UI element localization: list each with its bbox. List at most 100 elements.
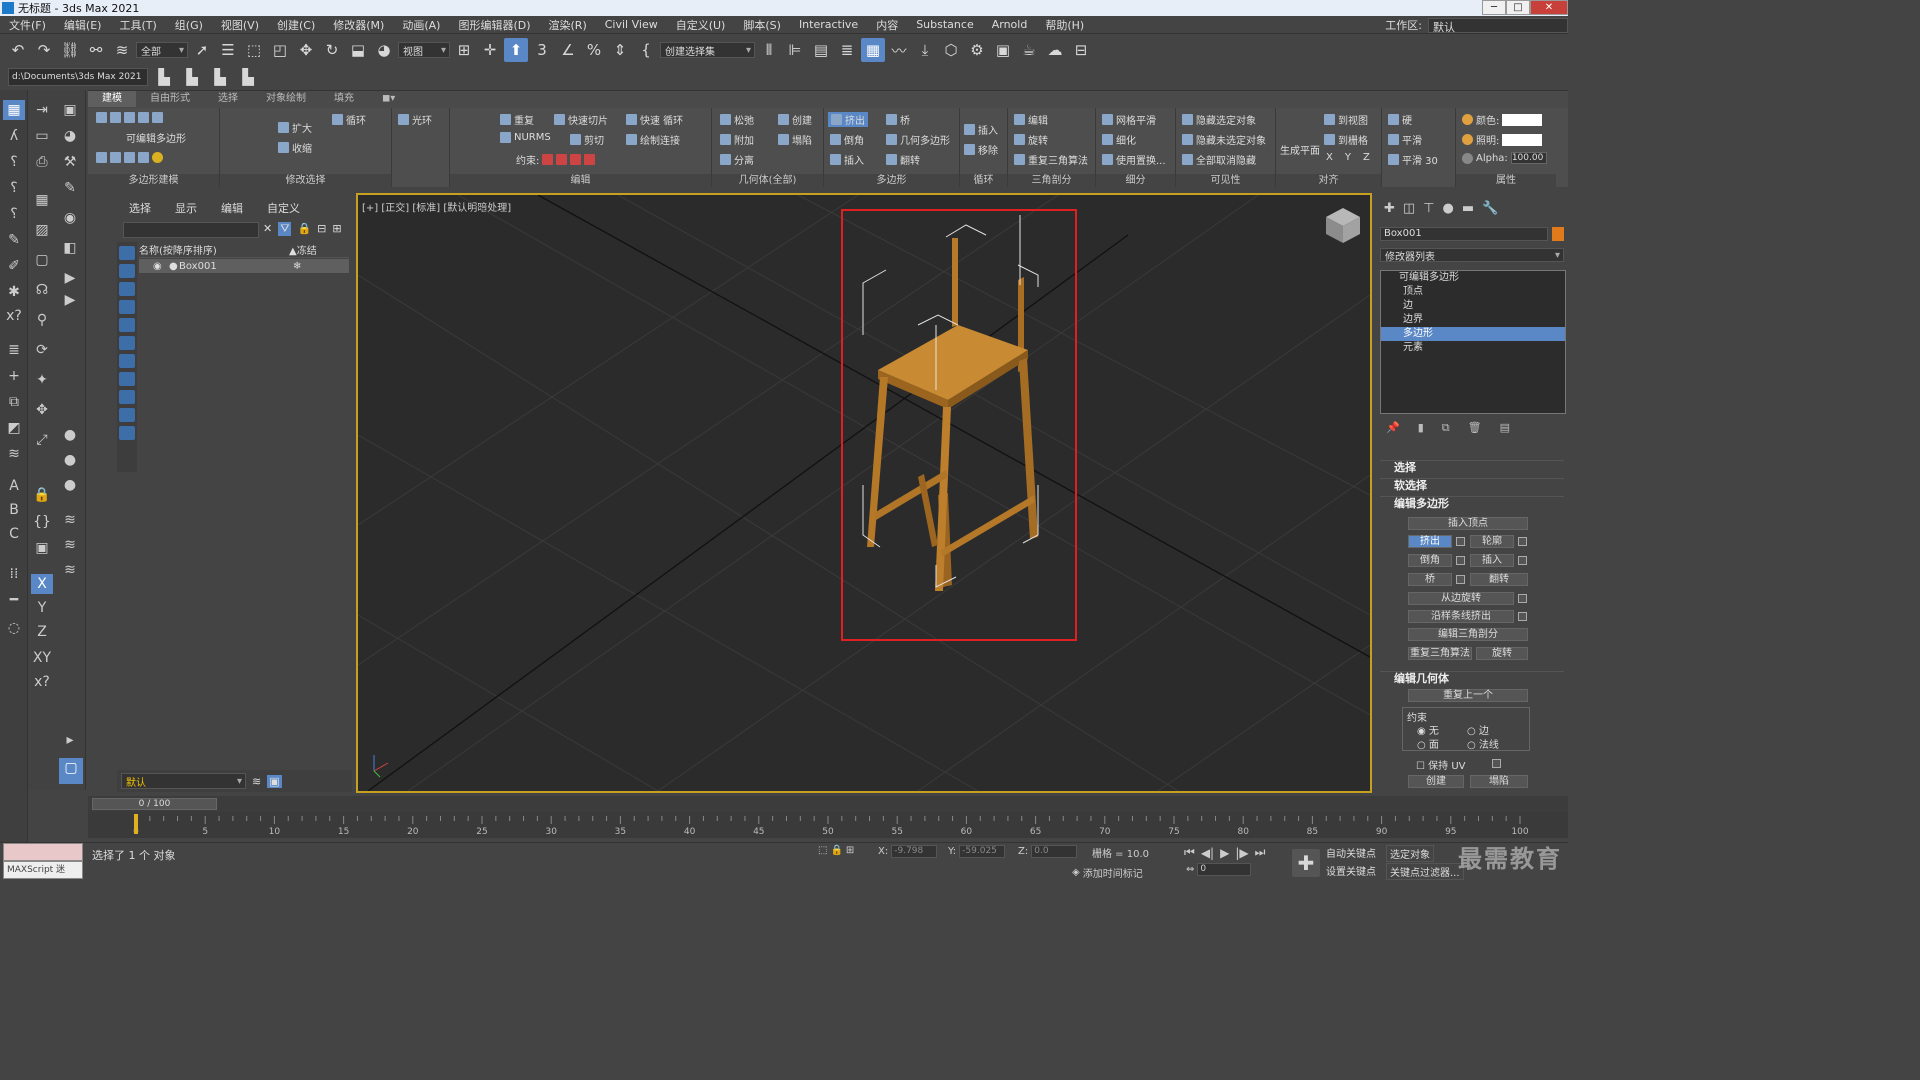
hammer-icon[interactable]: ⚒ [59, 152, 81, 172]
constraint-face-radio[interactable]: ○ 面 [1417, 736, 1439, 751]
collapse-button[interactable]: 塌陷 [1470, 775, 1528, 788]
preserve-uv-settings-icon[interactable] [1492, 759, 1501, 768]
link-icon[interactable]: ⛓ [58, 38, 82, 62]
move-icon[interactable]: ✥ [294, 38, 318, 62]
snap-point-icon[interactable]: ⸮ [3, 152, 25, 172]
ribbon-toview[interactable]: 到视图 [1324, 112, 1368, 127]
ribbon-meshsmooth[interactable]: 网格平滑 [1102, 112, 1156, 127]
bind-spacewarp-icon[interactable]: ≋ [110, 38, 134, 62]
absolute-mode-icon[interactable]: ⊞ [846, 845, 854, 856]
extrude-spline-button[interactable]: 沿样条线挤出 [1408, 610, 1514, 623]
add-icon[interactable]: + [3, 366, 25, 386]
snap-3d-icon[interactable]: 3 [530, 38, 554, 62]
menu-civil-view[interactable]: Civil View [596, 18, 667, 31]
render-icon[interactable]: ☕ [1017, 38, 1041, 62]
star-tool-icon[interactable]: ✦ [31, 370, 53, 390]
filter-frozen-icon[interactable] [119, 426, 135, 440]
bridge-settings-icon[interactable] [1456, 575, 1465, 584]
ribbon-makeplanar[interactable]: 生成平面 [1280, 142, 1320, 157]
show-end-icon[interactable]: ▮ [1418, 421, 1424, 435]
extrude-settings-icon[interactable] [1456, 537, 1465, 546]
path-tool-icon[interactable]: ☊ [31, 280, 53, 300]
layers-icon[interactable]: ≣ [3, 340, 25, 360]
set-project-icon[interactable]: ▙ [152, 65, 176, 89]
go-to-start-icon[interactable]: ⏮ [1184, 845, 1195, 860]
axis-xz-icon[interactable]: x? [31, 672, 53, 692]
ribbon-unhide[interactable]: 全部取消隐藏 [1182, 152, 1256, 167]
brush-icon[interactable]: ✐ [3, 256, 25, 276]
outline-settings-icon[interactable] [1518, 537, 1527, 546]
camera-tool-icon[interactable]: ◧ [59, 238, 81, 258]
modifier-list-dropdown[interactable]: 修改器列表 [1380, 248, 1564, 263]
menu-interactive[interactable]: Interactive [790, 18, 867, 31]
keyboard-shortcut-icon[interactable]: ⬆ [504, 38, 528, 62]
axis-xy-icon[interactable]: XY [31, 648, 53, 668]
tab-selection[interactable]: 选择 [204, 91, 252, 107]
scale-tool-icon[interactable]: ⤢ [31, 430, 53, 450]
selected-dropdown[interactable]: 选定对象 [1386, 845, 1434, 862]
project-folder-icon[interactable]: ▙ [180, 65, 204, 89]
scale-icon[interactable]: ⬓ [346, 38, 370, 62]
text-a-icon[interactable]: A [3, 476, 25, 496]
menu-rendering[interactable]: 渲染(R) [540, 17, 596, 33]
filter-lights-icon[interactable] [119, 282, 135, 296]
ribbon-loop[interactable]: 循环 [332, 112, 366, 127]
menu-help[interactable]: 帮助(H) [1036, 17, 1093, 33]
menu-scripting[interactable]: 脚本(S) [734, 17, 790, 33]
configure-sets-icon[interactable]: ▤ [1500, 421, 1510, 435]
scene-menu-select[interactable]: 选择 [117, 200, 163, 216]
create-button[interactable]: 创建 [1408, 775, 1464, 788]
selection-lock-icon[interactable]: 🔒 [830, 845, 842, 856]
menu-modifiers[interactable]: 修改器(M) [324, 17, 393, 33]
ribbon-swiftloop[interactable]: 快速 循环 [626, 112, 683, 127]
constraint-normal-radio[interactable]: ○ 法线 [1467, 736, 1499, 751]
shape-tool-icon[interactable]: ▨ [31, 220, 53, 240]
move-tool-icon[interactable]: ✥ [31, 400, 53, 420]
select-manipulate-icon[interactable]: ✛ [478, 38, 502, 62]
ribbon-repeat[interactable]: 重复 [500, 112, 534, 127]
stack-vertex[interactable]: 顶点 [1381, 285, 1565, 299]
menu-file[interactable]: 文件(F) [0, 17, 55, 33]
hierarchy-icon[interactable]: ⊟ [317, 222, 326, 236]
workspace-dropdown[interactable]: 默认 [1428, 17, 1568, 34]
edit-named-sel-icon[interactable]: { [634, 38, 658, 62]
rect-selection-icon[interactable]: ⬚ [242, 38, 266, 62]
sphere-arrow-icon[interactable]: ◉ [59, 208, 81, 228]
ribbon-detach[interactable]: 分离 [720, 152, 754, 167]
material-editor-icon[interactable]: ⬡ [939, 38, 963, 62]
scene-menu-edit[interactable]: 编辑 [209, 200, 255, 216]
prev-frame-icon[interactable]: ◀| [1201, 846, 1214, 860]
grid-tool-icon[interactable]: ▦ [31, 190, 53, 210]
ribbon-paintconnect[interactable]: 绘制连接 [626, 132, 680, 147]
a360-icon[interactable]: ⊟ [1069, 38, 1093, 62]
motion-tab-icon[interactable]: ● [1443, 201, 1454, 216]
isolate-icon[interactable]: ▙ [208, 65, 232, 89]
filter-shapes-icon[interactable] [119, 264, 135, 278]
maximize-button[interactable]: □ [1506, 0, 1530, 15]
dotted-grid-icon[interactable]: ⁞⁞ [3, 564, 25, 584]
select-grid-icon[interactable]: ▦ [3, 100, 25, 120]
filter-spacewarps-icon[interactable] [119, 336, 135, 350]
lock-scene-icon[interactable]: 🔒 [297, 222, 311, 236]
schematic-view-icon[interactable]: ⤓ [913, 38, 937, 62]
menu-content[interactable]: 内容 [867, 17, 907, 33]
object-color-swatch[interactable] [1552, 227, 1564, 241]
stack-c-icon[interactable]: ≋ [59, 560, 81, 580]
axis-z-icon[interactable]: Z [31, 622, 53, 642]
stack-b-icon[interactable]: ≋ [59, 535, 81, 555]
ribbon-create[interactable]: 创建 [778, 112, 812, 127]
menu-arnold[interactable]: Arnold [983, 18, 1037, 31]
ribbon-alpha[interactable]: Alpha: 100.00 [1462, 152, 1547, 164]
stack-border[interactable]: 边界 [1381, 313, 1565, 327]
ribbon-relax[interactable]: 松弛 [720, 112, 754, 127]
extrude-button[interactable]: 挤出 [1408, 535, 1452, 548]
bridge-button[interactable]: 桥 [1408, 573, 1452, 586]
import-icon[interactable]: ⇥ [31, 100, 53, 120]
redo-icon[interactable]: ↷ [32, 38, 56, 62]
workspace-icon[interactable]: ▙ [236, 65, 260, 89]
create-tab-icon[interactable]: ✚ [1384, 201, 1395, 216]
ribbon-smooth[interactable]: 平滑 [1388, 132, 1422, 147]
print-icon[interactable]: ⎙ [31, 152, 53, 172]
ribbon-editable-poly[interactable]: 可编辑多边形 [126, 130, 186, 145]
remove-modifier-icon[interactable]: 🗑 [1468, 421, 1482, 435]
